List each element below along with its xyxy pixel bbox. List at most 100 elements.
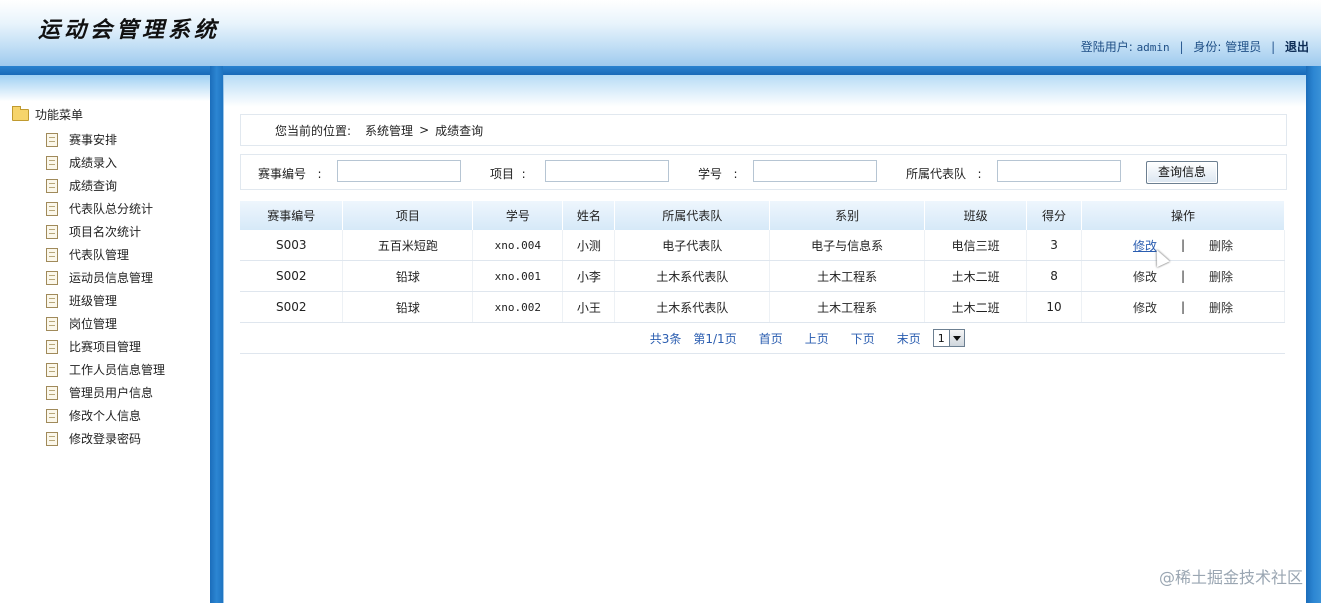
sidebar-item-team-total[interactable]: 代表队总分统计: [46, 197, 165, 220]
chevron-down-icon: [948, 330, 964, 346]
role-label: 身份:: [1193, 40, 1222, 54]
sidebar-item-label: 代表队总分统计: [69, 202, 154, 216]
table-row: S002 铅球 xno.001 小李 土木系代表队 土木工程系 土木二班 8 修…: [240, 260, 1285, 292]
folder-open-icon: [12, 105, 29, 121]
cell-score: 10: [1026, 291, 1083, 323]
action-divider: |: [1180, 238, 1186, 252]
page-select[interactable]: 1: [932, 329, 965, 347]
page-select-value: 1: [937, 331, 945, 345]
document-icon: [46, 178, 58, 193]
cell-class: 土木二班: [924, 260, 1028, 292]
cell-dept: 土木工程系: [769, 260, 926, 292]
sidebar-menu: 赛事安排 成绩录入 成绩查询 代表队总分统计 项目名次统计 代表队管理 运动员信…: [46, 128, 165, 450]
document-icon: [46, 155, 58, 170]
delete-link[interactable]: 删除: [1209, 268, 1233, 285]
pager-cell: 共3条 第1/1页 首页 上页 下页 末页 1: [240, 322, 1285, 354]
sidebar-item-schedule[interactable]: 赛事安排: [46, 128, 165, 151]
student-id-label: 学号 :: [698, 167, 738, 181]
cell-team: 电子代表队: [614, 230, 771, 261]
sidebar-item-change-password[interactable]: 修改登录密码: [46, 427, 165, 450]
sidebar-item-label: 班级管理: [69, 294, 118, 308]
sidebar-item-label: 项目名次统计: [69, 225, 142, 239]
cell-item: 铅球: [342, 260, 474, 292]
document-icon: [46, 224, 58, 239]
pager-row: 共3条 第1/1页 首页 上页 下页 末页 1: [240, 322, 1285, 354]
breadcrumb-system: 系统管理: [365, 123, 414, 138]
team-input[interactable]: [997, 160, 1121, 182]
delete-link[interactable]: 删除: [1209, 299, 1233, 316]
prev-page-link[interactable]: 上页: [805, 330, 829, 347]
sidebar-item-post-manage[interactable]: 岗位管理: [46, 312, 165, 335]
cell-actions: 修改 | 删除: [1081, 291, 1285, 323]
last-page-link[interactable]: 末页: [897, 330, 921, 347]
column-header: 系别: [769, 201, 926, 230]
search-bar: 赛事编号 : 项目 : 学号 : 所属代表队 : 查询信息: [240, 154, 1287, 190]
sidebar-item-label: 成绩录入: [69, 156, 118, 170]
document-icon: [46, 201, 58, 216]
menu-root[interactable]: 功能菜单: [12, 105, 83, 123]
document-icon: [46, 132, 58, 147]
document-icon: [46, 339, 58, 354]
sidebar-item-label: 岗位管理: [69, 317, 118, 331]
sidebar-item-class-manage[interactable]: 班级管理: [46, 289, 165, 312]
event-id-input[interactable]: [337, 160, 461, 182]
sidebar-item-label: 修改个人信息: [69, 409, 142, 423]
sidebar-item-team-manage[interactable]: 代表队管理: [46, 243, 165, 266]
user-name: admin: [1136, 41, 1170, 54]
document-icon: [46, 431, 58, 446]
column-header: 班级: [924, 201, 1028, 230]
column-header: 项目: [342, 201, 474, 230]
sidebar-item-ranking[interactable]: 项目名次统计: [46, 220, 165, 243]
column-header: 得分: [1026, 201, 1083, 230]
sidebar-item-label: 修改登录密码: [69, 432, 142, 446]
cell-team: 土木系代表队: [614, 260, 771, 292]
student-id-input[interactable]: [753, 160, 877, 182]
sidebar-item-label: 成绩查询: [69, 179, 118, 193]
document-icon: [46, 362, 58, 377]
sidebar-item-score-query[interactable]: 成绩查询: [46, 174, 165, 197]
item-input[interactable]: [545, 160, 669, 182]
document-icon: [46, 385, 58, 400]
cell-item: 铅球: [342, 291, 474, 323]
event-id-label: 赛事编号 :: [258, 167, 322, 181]
sidebar-item-admin-users[interactable]: 管理员用户信息: [46, 381, 165, 404]
next-page-link[interactable]: 下页: [851, 330, 875, 347]
total-count: 共3条: [649, 331, 682, 346]
pagination: 共3条 第1/1页 首页 上页 下页 末页 1: [241, 329, 1284, 347]
sidebar-item-event-manage[interactable]: 比赛项目管理: [46, 335, 165, 358]
edit-link[interactable]: 修改: [1133, 299, 1157, 316]
sidebar-item-edit-profile[interactable]: 修改个人信息: [46, 404, 165, 427]
team-label: 所属代表队 :: [906, 167, 982, 181]
column-header: 所属代表队: [614, 201, 771, 230]
cell-event-id: S003: [240, 230, 344, 261]
divider: |: [1271, 40, 1276, 54]
logout-link[interactable]: 退出: [1285, 40, 1309, 54]
sidebar-item-label: 比赛项目管理: [69, 340, 142, 354]
table-header-row: 赛事编号 项目 学号 姓名 所属代表队 系别 班级 得分 操作: [240, 201, 1285, 230]
sidebar-item-label: 工作人员信息管理: [69, 363, 166, 377]
column-header: 姓名: [562, 201, 616, 230]
app-header: 运动会管理系统 登陆用户: admin | 身份: 管理员 | 退出: [0, 0, 1321, 66]
breadcrumb-current: 成绩查询: [435, 123, 484, 138]
document-icon: [46, 293, 58, 308]
delete-link[interactable]: 删除: [1209, 237, 1233, 254]
sidebar-item-athlete-manage[interactable]: 运动员信息管理: [46, 266, 165, 289]
sidebar-item-score-entry[interactable]: 成绩录入: [46, 151, 165, 174]
table-row: S003 五百米短跑 xno.004 小测 电子代表队 电子与信息系 电信三班 …: [240, 230, 1285, 261]
cell-score: 8: [1026, 260, 1083, 292]
sidebar-item-staff-manage[interactable]: 工作人员信息管理: [46, 358, 165, 381]
cell-class: 土木二班: [924, 291, 1028, 323]
query-button[interactable]: 查询信息: [1146, 161, 1218, 184]
edit-link[interactable]: 修改: [1133, 268, 1157, 285]
cell-dept: 电子与信息系: [769, 230, 926, 261]
cell-actions: 修改 | 删除: [1081, 260, 1285, 292]
cell-student-id: xno.001: [472, 260, 564, 292]
document-icon: [46, 270, 58, 285]
sidebar-item-label: 管理员用户信息: [69, 386, 154, 400]
column-header: 赛事编号: [240, 201, 344, 230]
cell-student-id: xno.002: [472, 291, 564, 323]
cell-name: 小李: [562, 260, 616, 292]
cell-event-id: S002: [240, 291, 344, 323]
first-page-link[interactable]: 首页: [759, 330, 783, 347]
app-title: 运动会管理系统: [38, 17, 221, 43]
